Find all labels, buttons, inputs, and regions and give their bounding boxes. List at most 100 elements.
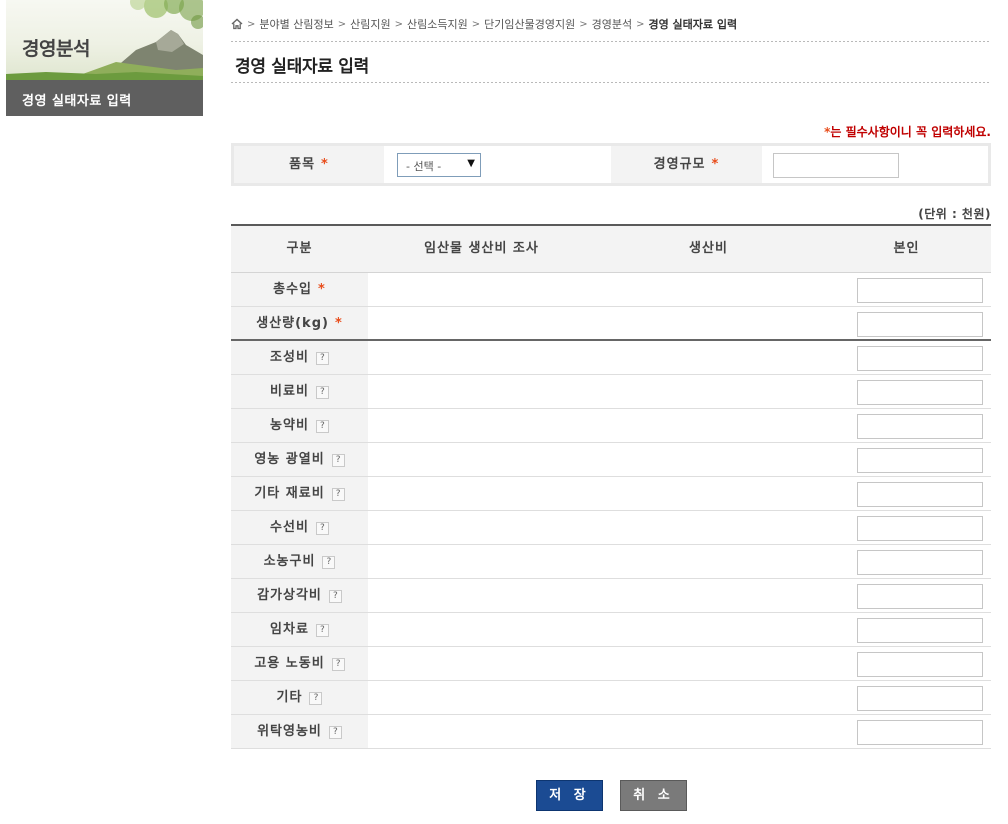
header-survey: 임산물 생산비 조사 bbox=[424, 241, 539, 256]
table-row: 임차료? bbox=[231, 613, 991, 647]
sidebar-item-management-input[interactable]: 경영 실태자료 입력 bbox=[6, 80, 203, 116]
self-input[interactable] bbox=[857, 686, 983, 711]
question-icon[interactable]: ? bbox=[315, 386, 329, 399]
chevron-right-icon: > bbox=[471, 18, 481, 30]
self-input[interactable] bbox=[857, 720, 983, 745]
breadcrumb-item[interactable]: 산림소득지원 bbox=[407, 16, 468, 32]
table-row: 농약비? bbox=[231, 409, 991, 443]
question-icon[interactable]: ? bbox=[328, 726, 342, 739]
item-select[interactable]: - 선택 - ▼ bbox=[397, 153, 481, 177]
row-label: 조성비 bbox=[270, 350, 309, 365]
self-input[interactable] bbox=[857, 618, 983, 643]
self-input[interactable] bbox=[857, 516, 983, 541]
required-note: *는 필수사항이니 꼭 입력하세요. bbox=[824, 123, 991, 140]
dropdown-arrow-icon: ▼ bbox=[467, 158, 475, 169]
scale-label: 경영규모 bbox=[653, 157, 706, 172]
scale-input-cell bbox=[762, 146, 988, 183]
chevron-right-icon: > bbox=[579, 18, 588, 30]
self-input[interactable] bbox=[857, 380, 983, 405]
question-icon[interactable]: ? bbox=[315, 522, 329, 535]
question-icon[interactable]: ? bbox=[322, 556, 336, 569]
row-label: 농약비 bbox=[270, 418, 309, 433]
row-label-cell: 수선비? bbox=[231, 511, 368, 544]
table-row: 조성비? bbox=[231, 341, 991, 375]
table-row: 기타? bbox=[231, 681, 991, 715]
sidebar: 경영분석 경영 실태자료 입력 bbox=[6, 0, 203, 116]
item-label: 품목 bbox=[289, 157, 316, 172]
sidebar-title: 경영분석 bbox=[22, 38, 90, 60]
top-form: 품목 * - 선택 - ▼ 경영규모 * bbox=[231, 143, 991, 186]
table-row: 생산량(kg) * bbox=[231, 307, 991, 341]
row-label: 소농구비 bbox=[263, 554, 316, 569]
breadcrumb-item[interactable]: 분야별 산림정보 bbox=[259, 16, 333, 32]
chevron-right-icon: > bbox=[636, 18, 645, 30]
item-select-cell: - 선택 - ▼ bbox=[384, 146, 611, 183]
divider bbox=[231, 82, 991, 83]
scale-input[interactable] bbox=[773, 153, 899, 178]
self-input[interactable] bbox=[857, 652, 983, 677]
question-icon[interactable]: ? bbox=[315, 352, 329, 365]
row-label-cell: 감가상각비? bbox=[231, 579, 368, 612]
question-icon[interactable]: ? bbox=[331, 488, 345, 501]
item-select-value: - 선택 - bbox=[406, 160, 442, 173]
save-button[interactable]: 저 장 bbox=[536, 780, 603, 811]
self-input[interactable] bbox=[857, 414, 983, 439]
table-row: 위탁영농비? bbox=[231, 715, 991, 749]
row-label-cell: 임차료? bbox=[231, 613, 368, 646]
self-input[interactable] bbox=[857, 448, 983, 473]
scale-label-cell: 경영규모 * bbox=[611, 146, 762, 183]
breadcrumb: > 분야별 산림정보 > 산림지원 > 산림소득지원 > 단기임산물경영지원 >… bbox=[231, 16, 737, 32]
row-label-cell: 영농 광열비? bbox=[231, 443, 368, 476]
self-input[interactable] bbox=[857, 346, 983, 371]
row-label-cell: 생산량(kg) * bbox=[231, 307, 368, 339]
question-icon[interactable]: ? bbox=[309, 692, 323, 705]
self-input[interactable] bbox=[857, 482, 983, 507]
item-label-cell: 품목 * bbox=[234, 146, 384, 183]
question-icon[interactable]: ? bbox=[328, 590, 342, 603]
cancel-button[interactable]: 취 소 bbox=[620, 780, 687, 811]
table-row: 감가상각비? bbox=[231, 579, 991, 613]
row-label-cell: 조성비? bbox=[231, 341, 368, 374]
row-label-cell: 총수입 * bbox=[231, 273, 368, 306]
row-label: 총수입 bbox=[273, 282, 313, 297]
divider bbox=[231, 41, 991, 42]
question-icon[interactable]: ? bbox=[315, 420, 329, 433]
row-label: 고용 노동비 bbox=[254, 656, 325, 671]
breadcrumb-item[interactable]: 산림지원 bbox=[350, 16, 390, 32]
header-category: 구분 bbox=[286, 241, 313, 256]
self-input[interactable] bbox=[857, 278, 983, 303]
required-note-text: 는 필수사항이니 꼭 입력하세요. bbox=[830, 125, 991, 139]
self-input[interactable] bbox=[857, 584, 983, 609]
row-label: 기타 bbox=[276, 690, 303, 705]
table-row: 소농구비? bbox=[231, 545, 991, 579]
row-label-cell: 기타? bbox=[231, 681, 368, 714]
row-label: 비료비 bbox=[270, 384, 309, 399]
row-label-cell: 위탁영농비? bbox=[231, 715, 368, 748]
chevron-right-icon: > bbox=[247, 18, 256, 30]
row-label-cell: 고용 노동비? bbox=[231, 647, 368, 680]
question-icon[interactable]: ? bbox=[331, 454, 345, 467]
row-label: 위탁영농비 bbox=[257, 724, 322, 739]
row-label-cell: 비료비? bbox=[231, 375, 368, 408]
chevron-right-icon: > bbox=[394, 18, 403, 30]
page-title: 경영 실태자료 입력 bbox=[235, 57, 369, 77]
sidebar-banner: 경영분석 bbox=[6, 0, 203, 80]
row-label: 영농 광열비 bbox=[254, 452, 325, 467]
question-icon[interactable]: ? bbox=[331, 658, 345, 671]
row-label-cell: 소농구비? bbox=[231, 545, 368, 578]
chevron-right-icon: > bbox=[337, 18, 347, 30]
breadcrumb-item[interactable]: 단기임산물경영지원 bbox=[484, 16, 575, 32]
required-star: * bbox=[711, 157, 720, 172]
self-input[interactable] bbox=[857, 550, 983, 575]
table-row: 기타 재료비? bbox=[231, 477, 991, 511]
required-star: * bbox=[334, 316, 343, 331]
table-row: 비료비? bbox=[231, 375, 991, 409]
question-icon[interactable]: ? bbox=[315, 624, 329, 637]
home-icon[interactable] bbox=[231, 18, 243, 30]
self-input[interactable] bbox=[857, 312, 983, 337]
cost-table: 구분 임산물 생산비 조사 생산비 본인 총수입 * 생산량(kg) * 조성비? 비료비… bbox=[231, 224, 991, 749]
table-row: 영농 광열비? bbox=[231, 443, 991, 477]
unit-note: (단위 : 천원) bbox=[918, 207, 991, 221]
breadcrumb-item[interactable]: 경영분석 bbox=[592, 16, 632, 32]
header-self: 본인 bbox=[893, 241, 920, 256]
